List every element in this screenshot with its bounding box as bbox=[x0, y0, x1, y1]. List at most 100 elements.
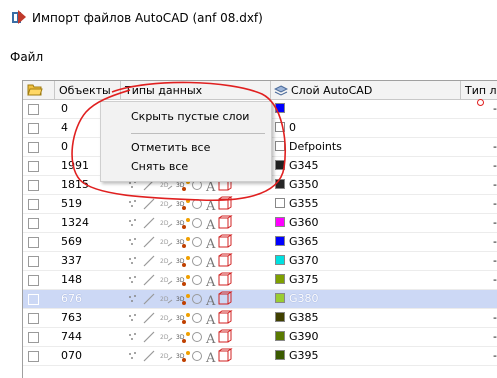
layer-column-label: Слой AutoCAD bbox=[291, 84, 373, 97]
point-icon bbox=[129, 219, 136, 226]
layer-color-swatch bbox=[275, 141, 285, 151]
text-icon: A bbox=[205, 218, 216, 233]
row-checkbox[interactable] bbox=[28, 237, 39, 248]
menu-separator bbox=[131, 133, 265, 134]
hide-empty-layers-item[interactable]: Скрыть пустые слои bbox=[131, 110, 249, 123]
data-type-icons[interactable]: 2D 3D A bbox=[126, 196, 246, 214]
row-checkbox[interactable] bbox=[28, 142, 39, 153]
layer-name: G345 bbox=[289, 159, 319, 172]
row-checkbox[interactable] bbox=[28, 199, 39, 210]
row-checkbox[interactable] bbox=[28, 313, 39, 324]
row-checkbox[interactable] bbox=[28, 218, 39, 229]
row-checkbox[interactable] bbox=[28, 294, 39, 305]
polyline-3d-icon: 3D bbox=[176, 237, 190, 248]
line-type: - bbox=[493, 178, 497, 191]
layer-name: G390 bbox=[289, 330, 319, 343]
polyline-2d-icon: 2D bbox=[160, 296, 173, 304]
table-row[interactable]: 337 2D 3D A G370 - bbox=[23, 252, 497, 271]
table-row[interactable]: 763 2D 3D A G385 - bbox=[23, 309, 497, 328]
row-checkbox[interactable] bbox=[28, 351, 39, 362]
layer-name: 0 bbox=[289, 121, 296, 134]
layer-color-swatch bbox=[275, 217, 285, 227]
object-count: 337 bbox=[61, 254, 82, 267]
polyline-2d-icon: 2D bbox=[160, 258, 173, 266]
data-type-icons[interactable]: 2D 3D A bbox=[126, 215, 246, 233]
line-type: - bbox=[493, 159, 497, 172]
block-icon bbox=[218, 291, 233, 305]
data-type-icons[interactable]: 2D 3D A bbox=[126, 348, 246, 366]
table-row[interactable]: 519 2D 3D A G355 - bbox=[23, 195, 497, 214]
line-icon bbox=[143, 312, 155, 324]
layer-name: G350 bbox=[289, 178, 319, 191]
check-all-item[interactable]: Отметить все bbox=[131, 141, 210, 154]
data-type-icons[interactable]: 2D 3D A bbox=[126, 291, 246, 309]
object-count: 148 bbox=[61, 273, 82, 286]
context-menu: Скрыть пустые слои Отметить все Снять вс… bbox=[100, 101, 272, 182]
objects-column-header[interactable]: Объекты bbox=[55, 81, 121, 100]
line-icon bbox=[143, 293, 155, 305]
circle-icon bbox=[192, 332, 202, 342]
polyline-3d-icon: 3D bbox=[176, 199, 190, 210]
svg-text:2D: 2D bbox=[160, 277, 169, 284]
data-type-icons[interactable]: 2D 3D A bbox=[126, 234, 246, 252]
layer-color-swatch bbox=[275, 160, 285, 170]
layer-name: G375 bbox=[289, 273, 319, 286]
row-checkbox[interactable] bbox=[28, 275, 39, 286]
point-icon bbox=[129, 257, 136, 264]
object-count: 4 bbox=[61, 121, 68, 134]
text-icon: A bbox=[205, 237, 216, 252]
table-row[interactable]: 676 2D 3D A G380 bbox=[23, 290, 497, 309]
layer-color-swatch bbox=[275, 331, 285, 341]
text-icon: A bbox=[205, 275, 216, 290]
line-type: - bbox=[493, 254, 497, 267]
row-checkbox[interactable] bbox=[28, 123, 39, 134]
polyline-3d-icon: 3D bbox=[176, 332, 190, 343]
circle-icon bbox=[192, 237, 202, 247]
data-type-icons[interactable]: 2D 3D A bbox=[126, 310, 246, 328]
svg-text:2D: 2D bbox=[160, 239, 169, 246]
svg-text:2D: 2D bbox=[160, 334, 169, 341]
layer-column-header[interactable]: Слой AutoCAD bbox=[271, 81, 461, 100]
table-row[interactable]: 1324 2D 3D A G360 - bbox=[23, 214, 497, 233]
row-checkbox[interactable] bbox=[28, 256, 39, 267]
polyline-2d-icon: 2D bbox=[160, 277, 173, 285]
object-count: 763 bbox=[61, 311, 82, 324]
row-checkbox[interactable] bbox=[28, 161, 39, 172]
data-type-icons[interactable]: 2D 3D A bbox=[126, 329, 246, 347]
layer-color-swatch bbox=[275, 255, 285, 265]
folder-open-icon bbox=[27, 84, 43, 96]
layer-name: G355 bbox=[289, 197, 319, 210]
data-type-icons[interactable]: 2D 3D A bbox=[126, 253, 246, 271]
types-column-header[interactable]: Типы данных bbox=[121, 81, 271, 100]
layer-color-swatch bbox=[275, 274, 285, 284]
svg-text:A: A bbox=[205, 199, 216, 212]
row-checkbox[interactable] bbox=[28, 332, 39, 343]
table-row[interactable]: 744 2D 3D A G390 - bbox=[23, 328, 497, 347]
uncheck-all-item[interactable]: Снять все bbox=[131, 160, 188, 173]
polyline-3d-icon: 3D bbox=[176, 351, 190, 362]
menu-file[interactable]: Файл bbox=[10, 50, 43, 64]
block-icon bbox=[218, 310, 233, 324]
type-column-header[interactable]: Тип л bbox=[461, 81, 497, 100]
object-count: 676 bbox=[61, 292, 82, 305]
point-icon bbox=[129, 238, 136, 245]
polyline-2d-icon: 2D bbox=[160, 182, 173, 190]
line-type: - bbox=[493, 140, 497, 153]
svg-text:A: A bbox=[205, 275, 216, 288]
svg-text:2D: 2D bbox=[160, 182, 169, 189]
table-row[interactable]: 148 2D 3D A G375 - bbox=[23, 271, 497, 290]
object-count: 1991 bbox=[61, 159, 89, 172]
svg-text:A: A bbox=[205, 332, 216, 345]
layer-color-swatch bbox=[275, 236, 285, 246]
row-checkbox[interactable] bbox=[28, 104, 39, 115]
table-row[interactable]: 070 2D 3D A G395 - bbox=[23, 347, 497, 366]
block-icon bbox=[218, 329, 233, 343]
row-checkbox[interactable] bbox=[28, 180, 39, 191]
text-icon: A bbox=[205, 256, 216, 271]
object-count: 0 bbox=[61, 102, 68, 115]
line-type: - bbox=[493, 216, 497, 229]
data-type-icons[interactable]: 2D 3D A bbox=[126, 272, 246, 290]
open-folder-header[interactable] bbox=[23, 81, 55, 100]
circle-icon bbox=[192, 313, 202, 323]
table-row[interactable]: 569 2D 3D A G365 - bbox=[23, 233, 497, 252]
